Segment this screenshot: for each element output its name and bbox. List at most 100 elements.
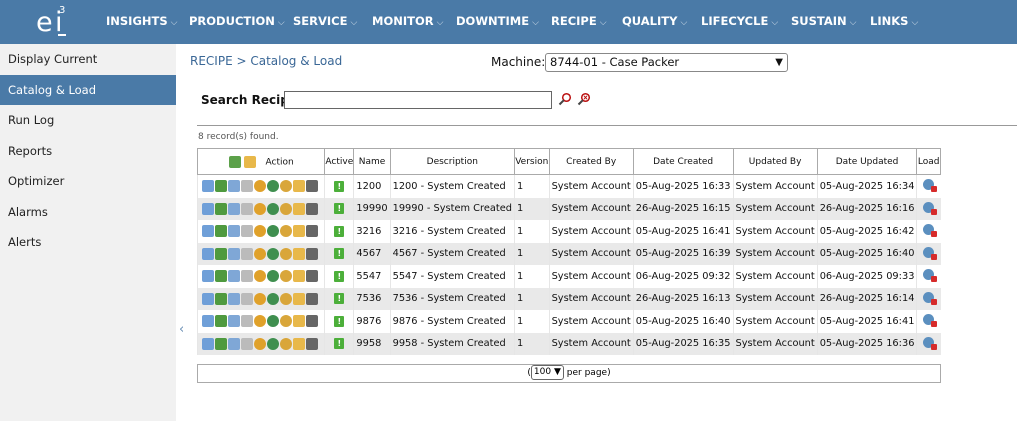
view-icon[interactable] xyxy=(202,292,214,305)
nav-monitor[interactable]: MONITOR ⌵ xyxy=(372,14,443,28)
edit-icon[interactable] xyxy=(215,270,227,283)
clock-icon[interactable] xyxy=(280,315,292,328)
sidebar-item-catalog-load[interactable]: Catalog & Load xyxy=(0,74,176,105)
nav-recipe[interactable]: RECIPE ⌵ xyxy=(551,14,607,28)
globe-icon[interactable] xyxy=(267,202,279,215)
column-header-date-created[interactable]: Date Created xyxy=(632,148,734,175)
edit-icon[interactable] xyxy=(215,315,227,328)
clock-icon[interactable] xyxy=(280,202,292,215)
clear-search-icon[interactable] xyxy=(577,92,591,106)
settings-icon[interactable] xyxy=(254,225,266,238)
table-row[interactable]: ! 3216 3216 - System Created 1 System Accoun… xyxy=(196,220,941,243)
load-recipe-icon[interactable] xyxy=(923,336,938,350)
pin-icon[interactable] xyxy=(306,180,318,193)
per-page-select[interactable]: 100 ▼ xyxy=(530,365,564,380)
sidebar-item-reports[interactable]: Reports xyxy=(0,136,176,166)
sidebar-item-alarms[interactable]: Alarms xyxy=(0,197,176,227)
nav-downtime[interactable]: DOWNTIME ⌵ xyxy=(456,14,539,28)
machine-select[interactable]: 8744-01 - Case Packer ▼ xyxy=(545,53,788,72)
pin-icon[interactable] xyxy=(306,225,318,238)
table-row[interactable]: ! 9958 9958 - System Created 1 System Accoun… xyxy=(196,332,941,355)
clock-icon[interactable] xyxy=(280,270,292,283)
copy-icon[interactable] xyxy=(228,315,240,328)
view-icon[interactable] xyxy=(202,202,214,215)
globe-icon[interactable] xyxy=(267,337,279,350)
import-icon[interactable] xyxy=(228,155,241,168)
pin-icon[interactable] xyxy=(306,202,318,215)
nav-links[interactable]: LINKS ⌵ xyxy=(870,14,918,28)
edit-icon[interactable] xyxy=(215,225,227,238)
search-icon[interactable] xyxy=(558,92,572,106)
compare-icon[interactable] xyxy=(241,180,253,193)
sidebar-item-display-current[interactable]: Display Current xyxy=(0,44,176,74)
sidebar-item-optimizer[interactable]: Optimizer xyxy=(0,166,176,196)
column-header-created-by[interactable]: Created By xyxy=(548,148,634,175)
load-recipe-icon[interactable] xyxy=(923,314,938,328)
globe-icon[interactable] xyxy=(267,292,279,305)
sidebar-item-run-log[interactable]: Run Log xyxy=(0,105,176,135)
pin-icon[interactable] xyxy=(306,337,318,350)
table-row[interactable]: ! 9876 9876 - System Created 1 System Accoun… xyxy=(196,310,941,333)
load-recipe-icon[interactable] xyxy=(923,201,938,215)
column-header-description[interactable]: Description xyxy=(389,148,515,175)
nav-insights[interactable]: INSIGHTS ⌵ xyxy=(106,14,177,28)
clock-icon[interactable] xyxy=(280,180,292,193)
table-row[interactable]: ! 1200 1200 - System Created 1 System Accoun… xyxy=(196,174,941,198)
copy-icon[interactable] xyxy=(228,247,240,260)
edit-icon[interactable] xyxy=(215,292,227,305)
compare-icon[interactable] xyxy=(241,225,253,238)
edit-icon[interactable] xyxy=(215,337,227,350)
column-header-name[interactable]: Name xyxy=(353,148,391,175)
view-icon[interactable] xyxy=(202,337,214,350)
globe-icon[interactable] xyxy=(267,315,279,328)
settings-icon[interactable] xyxy=(254,292,266,305)
compare-icon[interactable] xyxy=(241,247,253,260)
pin-icon[interactable] xyxy=(306,270,318,283)
column-header-load[interactable]: Load xyxy=(916,148,941,175)
sidebar-item-alerts[interactable]: Alerts xyxy=(0,227,176,257)
load-recipe-icon[interactable] xyxy=(923,246,938,260)
copy-icon[interactable] xyxy=(228,292,240,305)
copy-icon[interactable] xyxy=(228,337,240,350)
pin-icon[interactable] xyxy=(306,247,318,260)
nav-quality[interactable]: QUALITY ⌵ xyxy=(622,14,687,28)
settings-icon[interactable] xyxy=(254,247,266,260)
load-recipe-icon[interactable] xyxy=(923,224,938,238)
copy-icon[interactable] xyxy=(228,202,240,215)
column-header-updated-by[interactable]: Updated By xyxy=(732,148,818,175)
folder-icon[interactable] xyxy=(243,155,256,168)
view-icon[interactable] xyxy=(202,180,214,193)
app-logo[interactable]: e i 3 xyxy=(36,5,76,40)
compare-icon[interactable] xyxy=(241,292,253,305)
compare-icon[interactable] xyxy=(241,337,253,350)
folder-icon[interactable] xyxy=(293,292,305,305)
compare-icon[interactable] xyxy=(241,270,253,283)
settings-icon[interactable] xyxy=(254,315,266,328)
view-icon[interactable] xyxy=(202,270,214,283)
column-header-active[interactable]: Active xyxy=(324,148,355,175)
folder-icon[interactable] xyxy=(293,315,305,328)
folder-icon[interactable] xyxy=(293,337,305,350)
settings-icon[interactable] xyxy=(254,180,266,193)
settings-icon[interactable] xyxy=(254,337,266,350)
column-header-version[interactable]: Version xyxy=(513,148,550,175)
globe-icon[interactable] xyxy=(267,225,279,238)
collapse-sidebar-icon[interactable]: ‹ xyxy=(179,322,184,337)
table-row[interactable]: ! 4567 4567 - System Created 1 System Accoun… xyxy=(196,242,941,265)
copy-icon[interactable] xyxy=(228,270,240,283)
load-recipe-icon[interactable] xyxy=(923,179,938,193)
copy-icon[interactable] xyxy=(228,225,240,238)
folder-icon[interactable] xyxy=(293,270,305,283)
nav-sustain[interactable]: SUSTAIN ⌵ xyxy=(791,14,857,28)
pin-icon[interactable] xyxy=(306,315,318,328)
settings-icon[interactable] xyxy=(254,202,266,215)
edit-icon[interactable] xyxy=(215,180,227,193)
compare-icon[interactable] xyxy=(241,202,253,215)
view-icon[interactable] xyxy=(202,315,214,328)
column-header-date-updated[interactable]: Date Updated xyxy=(816,148,918,175)
search-recipe-input[interactable] xyxy=(284,91,552,109)
table-row[interactable]: ! 19990 19990 - System Created 1 System Acco… xyxy=(196,197,941,220)
clock-icon[interactable] xyxy=(280,292,292,305)
folder-icon[interactable] xyxy=(293,180,305,193)
load-recipe-icon[interactable] xyxy=(923,269,938,283)
